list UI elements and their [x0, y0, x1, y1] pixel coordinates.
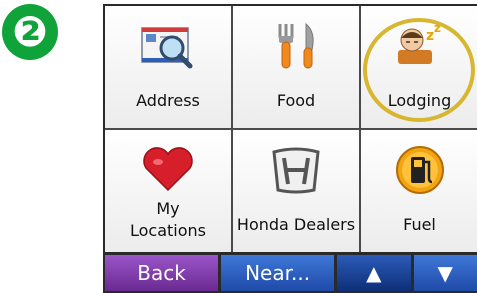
fork-knife-icon	[266, 20, 326, 72]
scroll-up-button[interactable]: ▲	[337, 255, 411, 291]
bottom-toolbar: Back Near... ▲ ▼	[105, 255, 477, 291]
category-tile-fuel[interactable]: Fuel	[361, 130, 477, 252]
category-label-address: Address	[136, 91, 200, 110]
arrow-down-icon: ▼	[437, 261, 453, 285]
sleeping-person-icon: z z	[390, 20, 450, 72]
category-tile-my-locations[interactable]: My Locations	[105, 130, 231, 252]
device-screen: Address Food z z Lodging My Locations Ho…	[103, 4, 477, 293]
scroll-down-button[interactable]: ▼	[413, 255, 477, 291]
category-grid: Address Food z z Lodging My Locations Ho…	[105, 6, 477, 252]
near-button[interactable]: Near...	[221, 255, 335, 291]
step-number-badge: ❷	[2, 4, 58, 60]
fuel-pump-icon	[390, 144, 450, 196]
category-label-my-locations: My Locations	[129, 199, 206, 240]
category-tile-food[interactable]: Food	[233, 6, 359, 128]
category-tile-address[interactable]: Address	[105, 6, 231, 128]
envelope-magnifier-icon	[138, 20, 198, 72]
svg-text:z: z	[434, 21, 441, 35]
category-label-honda-dealers: Honda Dealers	[236, 215, 356, 234]
back-button[interactable]: Back	[105, 255, 219, 291]
category-tile-honda-dealers[interactable]: Honda Dealers	[233, 130, 359, 252]
arrow-up-icon: ▲	[366, 261, 382, 285]
honda-logo-icon	[266, 144, 326, 196]
category-label-food: Food	[276, 91, 316, 110]
category-label-fuel: Fuel	[403, 215, 436, 234]
heart-icon	[138, 144, 198, 196]
category-tile-lodging[interactable]: z z Lodging	[361, 6, 477, 128]
svg-text:z: z	[426, 28, 434, 44]
category-label-lodging: Lodging	[387, 91, 452, 110]
